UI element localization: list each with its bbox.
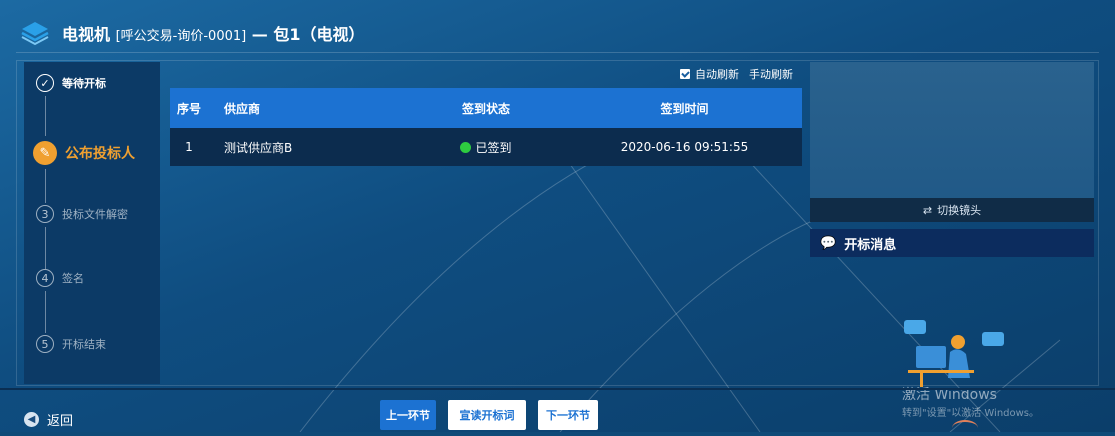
- cell-supplier: 测试供应商B: [224, 140, 293, 155]
- step-decrypt-files: 3 投标文件解密: [36, 205, 128, 223]
- switch-camera-label: 切换镜头: [937, 204, 982, 217]
- step-connector: [45, 96, 46, 136]
- column-header-seq: 序号: [176, 101, 201, 116]
- signin-table: 序号 供应商 签到状态 签到时间 1 测试供应商B 已签到 2020-06-16…: [170, 88, 802, 166]
- cell-seq: 1: [185, 140, 193, 154]
- activation-watermark: 激活 Windows: [902, 387, 997, 403]
- step-connector: [45, 227, 46, 269]
- step-number: 3: [36, 205, 54, 223]
- step-label: 公布投标人: [65, 146, 135, 162]
- activation-watermark-hint: 转到"设置"以激活 Windows。: [902, 408, 1040, 419]
- manual-refresh-link[interactable]: 手动刷新: [749, 66, 793, 82]
- title-pack: 包1（电视）: [273, 25, 365, 44]
- step-sign: 4 签名: [36, 269, 84, 287]
- title-main: 电视机: [62, 25, 111, 44]
- cell-time: 2020-06-16 09:51:55: [620, 140, 749, 154]
- layers-icon: [21, 22, 49, 46]
- step-label: 签名: [62, 272, 84, 285]
- camera-panel: ⇄ 切换镜头: [810, 62, 1094, 222]
- switch-camera-button[interactable]: ⇄ 切换镜头: [810, 198, 1094, 222]
- next-step-button[interactable]: 下一环节: [538, 400, 598, 430]
- step-announce-bidders: ✎ 公布投标人: [33, 141, 135, 165]
- step-waiting-open: ✓ 等待开标: [36, 74, 106, 92]
- column-header-status: 签到状态: [461, 101, 510, 116]
- step-number: 4: [36, 269, 54, 287]
- page-title: 电视机 [呼公交易-询价-0001] — 包1（电视）: [62, 21, 365, 45]
- step-label: 等待开标: [62, 77, 106, 90]
- announce-button[interactable]: 宣读开标词: [448, 400, 526, 430]
- back-label: 返回: [47, 414, 74, 429]
- step-sidebar: ✓ 等待开标 ✎ 公布投标人 3 投标文件解密 4 签名 5 开标结束: [24, 62, 160, 384]
- column-header-supplier: 供应商: [224, 101, 261, 116]
- status-dot-icon: [460, 141, 472, 153]
- bottom-divider: [0, 388, 1115, 390]
- check-icon: ✓: [36, 74, 54, 92]
- back-arrow-icon: ◀: [24, 412, 39, 427]
- header: 电视机 [呼公交易-询价-0001] — 包1（电视）: [0, 0, 1115, 56]
- pencil-icon: ✎: [33, 141, 57, 165]
- cell-status: 已签到: [405, 128, 567, 166]
- column-header-time: 签到时间: [660, 101, 709, 116]
- messages-title: 开标消息: [844, 237, 897, 253]
- step-number: 5: [36, 335, 54, 353]
- step-label: 开标结束: [62, 338, 106, 351]
- table-header-row: 序号 供应商 签到状态 签到时间: [170, 88, 802, 128]
- decoration-arc: [952, 420, 978, 436]
- auto-refresh-label[interactable]: 自动刷新: [695, 66, 739, 82]
- refresh-toolbar: 自动刷新 手动刷新: [680, 66, 814, 82]
- back-button[interactable]: ◀ 返回: [24, 410, 73, 429]
- prev-step-button[interactable]: 上一环节: [380, 400, 436, 430]
- status-text: 已签到: [475, 140, 512, 155]
- auto-refresh-checkbox[interactable]: [680, 69, 690, 79]
- chat-icon: 💬: [820, 235, 837, 251]
- title-code: [呼公交易-询价-0001]: [115, 29, 247, 44]
- title-separator: —: [251, 25, 268, 44]
- step-open-end: 5 开标结束: [36, 335, 106, 353]
- table-row[interactable]: 1 测试供应商B 已签到 2020-06-16 09:51:55: [170, 128, 802, 166]
- swap-icon: ⇄: [922, 203, 933, 217]
- step-connector: [45, 291, 46, 333]
- step-label: 投标文件解密: [62, 208, 128, 221]
- messages-header: 💬 开标消息: [810, 229, 1094, 257]
- empty-messages-illustration: [904, 320, 1004, 387]
- header-divider: [16, 52, 1099, 53]
- step-connector: [45, 169, 46, 203]
